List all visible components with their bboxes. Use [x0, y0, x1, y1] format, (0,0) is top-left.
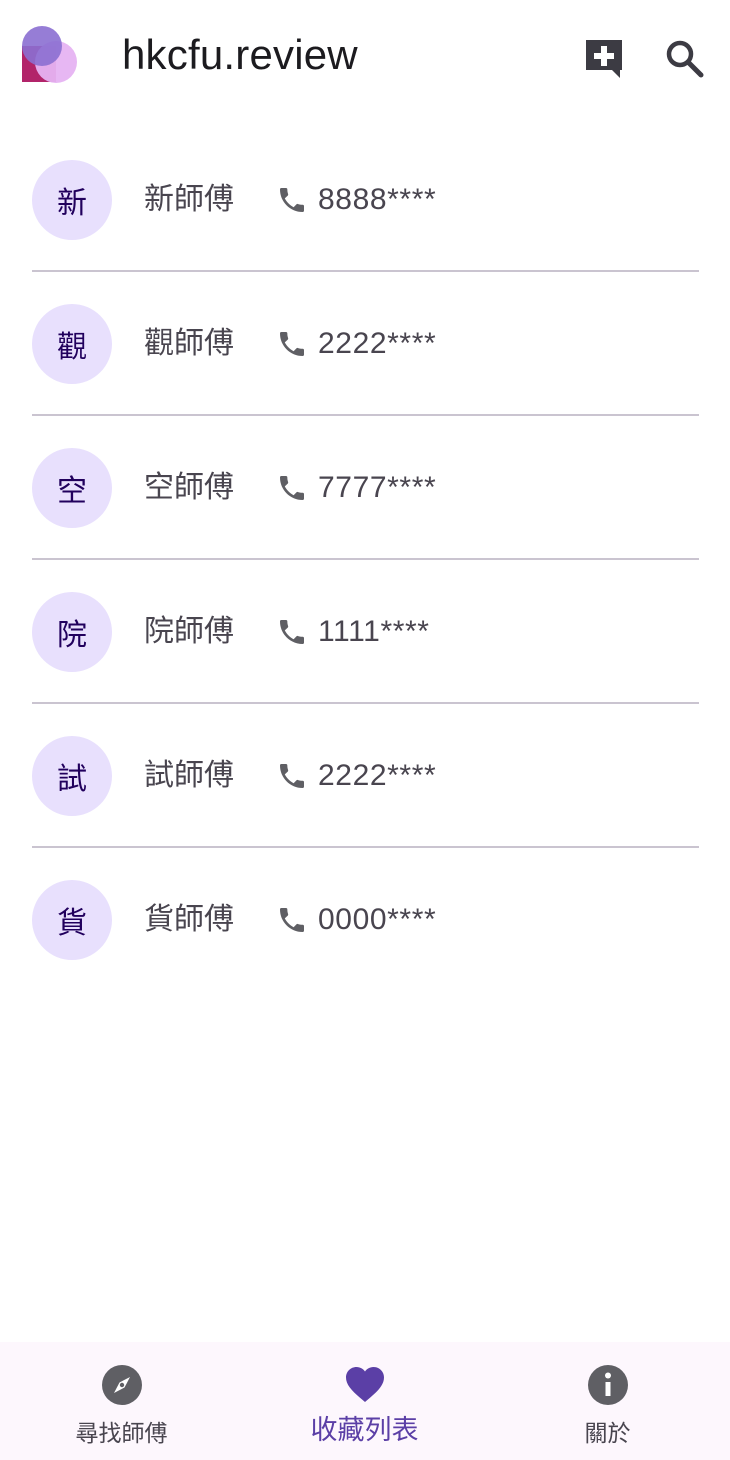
list-item[interactable]: 觀 觀師傅 2222**** [32, 272, 699, 416]
compass-icon [101, 1365, 142, 1405]
avatar: 新 [32, 160, 112, 240]
app-bar: hkcfu.review [0, 0, 730, 110]
list-item[interactable]: 試 試師傅 2222**** [32, 704, 699, 848]
list-item[interactable]: 貨 貨師傅 0000**** [32, 848, 699, 992]
phone-icon [280, 332, 304, 356]
search-icon [666, 40, 704, 78]
nav-label-about: 關於 [584, 1421, 631, 1447]
app-title: hkcfu.review [122, 31, 358, 78]
phone-number: 1111**** [318, 615, 430, 648]
phone-icon [280, 476, 304, 500]
master-name: 觀師傅 [144, 326, 234, 361]
phone-icon [280, 188, 304, 212]
avatar: 貨 [32, 880, 112, 960]
favorites-list: 新 新師傅 8888**** 觀 觀師傅 2222**** 空 空師傅 7777… [32, 128, 699, 992]
phone-number: 8888**** [318, 183, 437, 216]
list-item[interactable]: 院 院師傅 1111**** [32, 560, 699, 704]
master-name: 貨師傅 [144, 902, 234, 937]
add-comment-icon [586, 40, 622, 78]
phone-number: 0000**** [318, 903, 437, 936]
phone-number: 2222**** [318, 759, 437, 792]
search-button[interactable] [662, 36, 706, 80]
phone-icon [280, 908, 304, 932]
master-name: 院師傅 [144, 614, 234, 649]
nav-label-find-master: 尋找師傅 [75, 1421, 168, 1447]
avatar: 空 [32, 448, 112, 528]
master-name: 新師傅 [144, 182, 234, 217]
nav-find-master[interactable]: 尋找師傅 [0, 1342, 243, 1460]
phone-number: 7777**** [318, 471, 437, 504]
app-logo-icon [22, 26, 77, 83]
avatar: 試 [32, 736, 112, 816]
phone-icon [280, 620, 304, 644]
phone-icon [280, 764, 304, 788]
master-name: 空師傅 [144, 470, 234, 505]
heart-icon [345, 1367, 384, 1402]
phone-number: 2222**** [318, 327, 437, 360]
avatar: 觀 [32, 304, 112, 384]
nav-label-favorites: 收藏列表 [310, 1415, 419, 1446]
bottom-navigation: 尋找師傅 收藏列表 關於 [0, 1342, 730, 1460]
add-review-button[interactable] [582, 36, 626, 80]
list-item[interactable]: 新 新師傅 8888**** [32, 128, 699, 272]
nav-favorites[interactable]: 收藏列表 [243, 1342, 486, 1460]
nav-about[interactable]: 關於 [486, 1342, 729, 1460]
avatar: 院 [32, 592, 112, 672]
master-name: 試師傅 [144, 758, 234, 793]
list-item[interactable]: 空 空師傅 7777**** [32, 416, 699, 560]
info-icon [587, 1365, 628, 1405]
